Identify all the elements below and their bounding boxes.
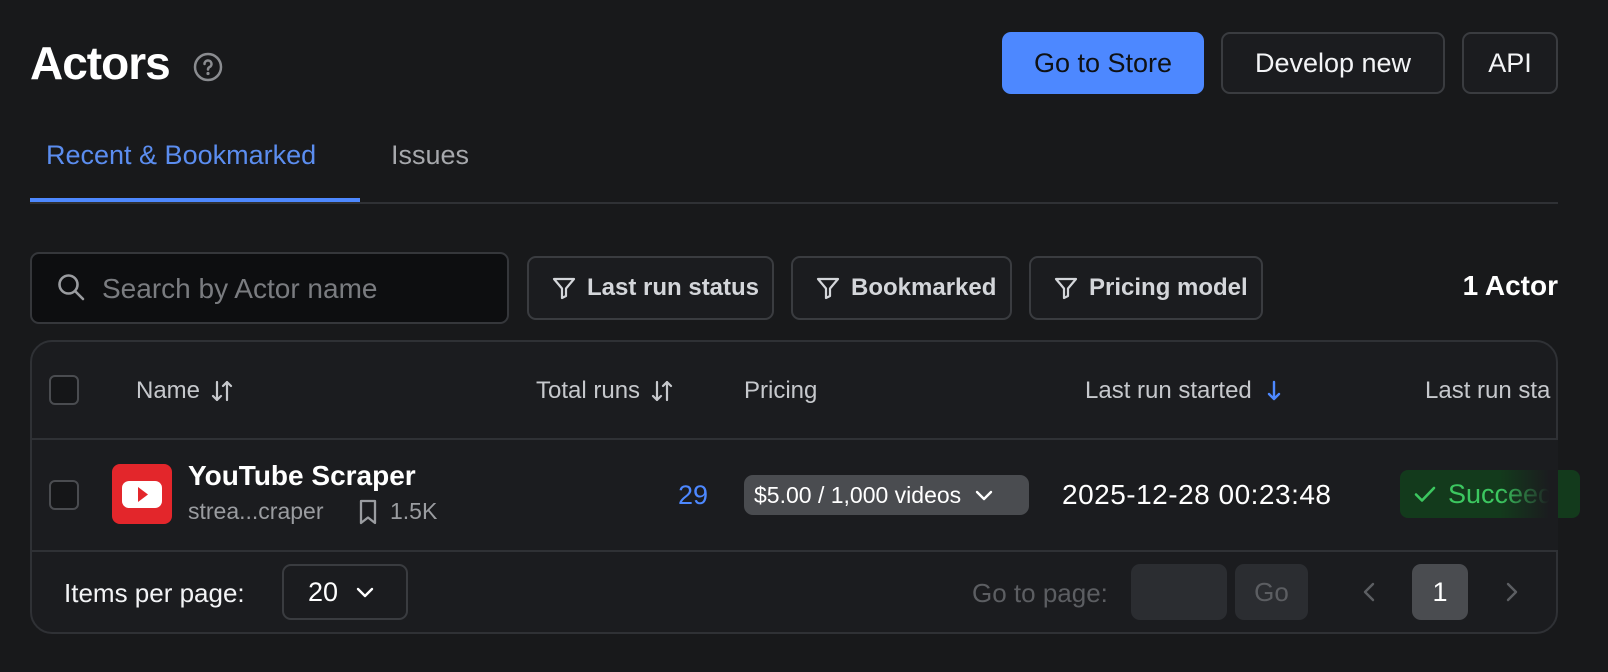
tab-recent-bookmarked[interactable]: Recent & Bookmarked xyxy=(46,140,316,171)
items-per-page-select[interactable]: 20 xyxy=(282,564,408,620)
row-checkbox[interactable] xyxy=(49,480,79,510)
column-label: Pricing xyxy=(744,377,818,404)
table-footer-divider xyxy=(30,550,1558,552)
table-header-divider xyxy=(30,438,1558,440)
chevron-right-icon[interactable] xyxy=(1497,578,1525,606)
column-label: Total runs xyxy=(536,377,641,404)
actor-slug: strea...craper xyxy=(188,498,324,524)
column-header-last-run-started[interactable]: Last run started xyxy=(1085,377,1288,405)
filter-last-run-status[interactable]: Last run status xyxy=(527,256,774,320)
pricing-dropdown[interactable]: $5.00 / 1,000 videos xyxy=(744,475,1029,515)
search-icon xyxy=(58,274,85,301)
search-input[interactable] xyxy=(100,270,494,308)
actor-title[interactable]: YouTube Scraper xyxy=(188,460,416,492)
column-label: Name xyxy=(136,377,201,404)
chevron-down-icon xyxy=(356,587,374,598)
sort-icon xyxy=(211,380,233,402)
column-header-last-run-status[interactable]: Last run sta xyxy=(1425,377,1550,405)
go-to-page-input[interactable] xyxy=(1131,564,1227,620)
column-header-pricing: Pricing xyxy=(744,377,817,405)
sort-icon xyxy=(651,380,673,402)
filter-icon xyxy=(816,277,840,300)
filter-label: Pricing model xyxy=(1089,274,1248,301)
active-tab-indicator xyxy=(30,198,360,202)
last-run-started-value: 2025-12-28 00:23:48 xyxy=(1062,479,1332,510)
total-runs-link[interactable]: 29 xyxy=(678,480,708,511)
page-title: Actors xyxy=(30,37,171,89)
help-icon[interactable] xyxy=(193,52,223,82)
items-per-page-value: 20 xyxy=(308,576,339,607)
api-button[interactable]: API xyxy=(1462,32,1558,94)
go-button[interactable]: Go xyxy=(1235,564,1308,620)
filter-label: Bookmarked xyxy=(851,274,997,301)
bookmark-count: 1.5K xyxy=(390,498,438,524)
chevron-left-icon[interactable] xyxy=(1356,578,1384,606)
filter-label: Last run status xyxy=(587,274,760,301)
items-per-page-label: Items per page: xyxy=(64,578,245,608)
check-icon xyxy=(1414,486,1436,502)
develop-new-button[interactable]: Develop new xyxy=(1221,32,1445,94)
scroll-fade-overlay xyxy=(1500,440,1558,550)
select-all-checkbox[interactable] xyxy=(49,375,79,405)
filter-icon xyxy=(1054,277,1078,300)
pricing-value: $5.00 / 1,000 videos xyxy=(754,481,962,508)
chevron-down-icon xyxy=(975,490,993,501)
column-header-name[interactable]: Name xyxy=(136,377,236,405)
column-header-total-runs[interactable]: Total runs xyxy=(536,377,676,405)
bookmark-icon[interactable] xyxy=(355,498,381,526)
go-to-page-label: Go to page: xyxy=(972,578,1108,608)
sort-desc-icon xyxy=(1267,380,1280,401)
tab-issues[interactable]: Issues xyxy=(391,140,469,171)
filter-pricing-model[interactable]: Pricing model xyxy=(1029,256,1263,320)
go-to-store-button[interactable]: Go to Store xyxy=(1002,32,1204,94)
filter-bookmarked[interactable]: Bookmarked xyxy=(791,256,1012,320)
youtube-logo-icon xyxy=(112,464,172,524)
filter-icon xyxy=(552,277,576,300)
page-button-current[interactable]: 1 xyxy=(1412,564,1468,620)
column-label: Last run started xyxy=(1085,377,1252,404)
column-label: Last run sta xyxy=(1425,377,1551,404)
tabs-divider xyxy=(30,202,1558,204)
actor-count: 1 Actor xyxy=(1462,270,1558,301)
